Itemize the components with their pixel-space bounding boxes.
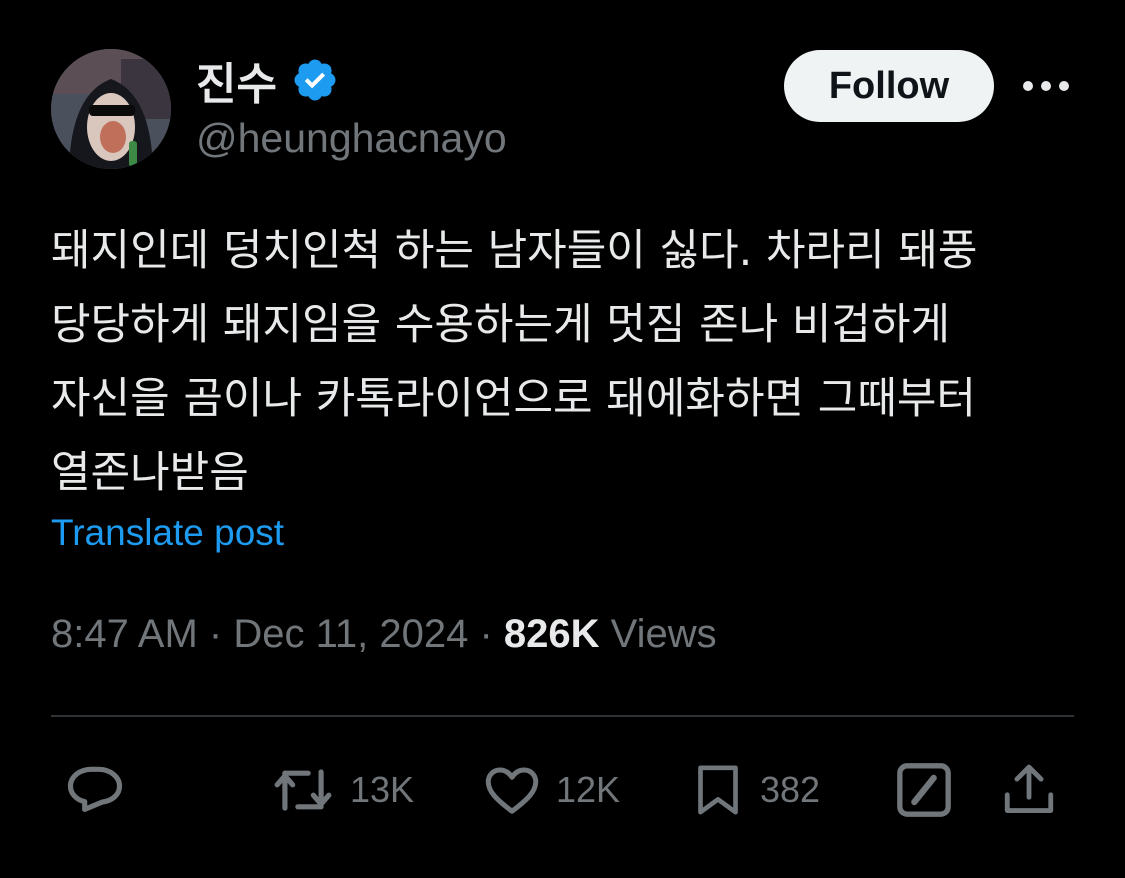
heart-icon <box>485 767 539 814</box>
tweet-time[interactable]: 8:47 AM <box>51 612 198 656</box>
reply-button[interactable] <box>64 758 126 822</box>
verified-badge-icon <box>294 59 336 101</box>
views-label: Views <box>610 612 717 656</box>
avatar-image <box>51 49 171 169</box>
grok-button[interactable] <box>895 758 953 822</box>
retweet-count: 13K <box>350 769 415 810</box>
more-options-button[interactable] <box>1018 68 1074 104</box>
grok-icon <box>897 763 951 817</box>
translate-post-link[interactable]: Translate post <box>51 512 284 554</box>
views-count: 826K <box>503 612 600 656</box>
bookmark-button[interactable]: 382 <box>690 758 820 822</box>
tweet-date[interactable]: Dec 11, 2024 <box>233 612 468 656</box>
follow-button[interactable]: Follow <box>784 50 994 122</box>
retweet-button[interactable]: 13K <box>270 758 414 822</box>
meta-separator: · <box>208 612 223 656</box>
tweet-text: 돼지인데 덩치인척 하는 남자들이 싫다. 차라리 돼풍 당당하게 돼지임을 수… <box>51 226 978 498</box>
bookmark-count: 382 <box>760 769 821 810</box>
handle[interactable]: @heunghacnayo <box>196 115 507 162</box>
reply-icon <box>67 766 123 812</box>
share-button[interactable] <box>1000 758 1058 822</box>
retweet-icon <box>274 769 332 811</box>
meta-separator: · <box>479 612 493 656</box>
like-count: 12K <box>556 769 621 810</box>
like-button[interactable]: 12K <box>482 758 620 822</box>
divider <box>51 715 1074 717</box>
avatar[interactable] <box>51 49 171 169</box>
share-icon <box>1004 764 1054 813</box>
bookmark-icon <box>698 765 738 815</box>
display-name[interactable]: 진수 <box>196 48 277 112</box>
tweet-meta: 8:47 AM · Dec 11, 2024 · 826K Views <box>51 612 717 657</box>
more-horizontal-icon <box>1023 81 1069 91</box>
author-name-row[interactable]: 진수 <box>196 52 339 109</box>
